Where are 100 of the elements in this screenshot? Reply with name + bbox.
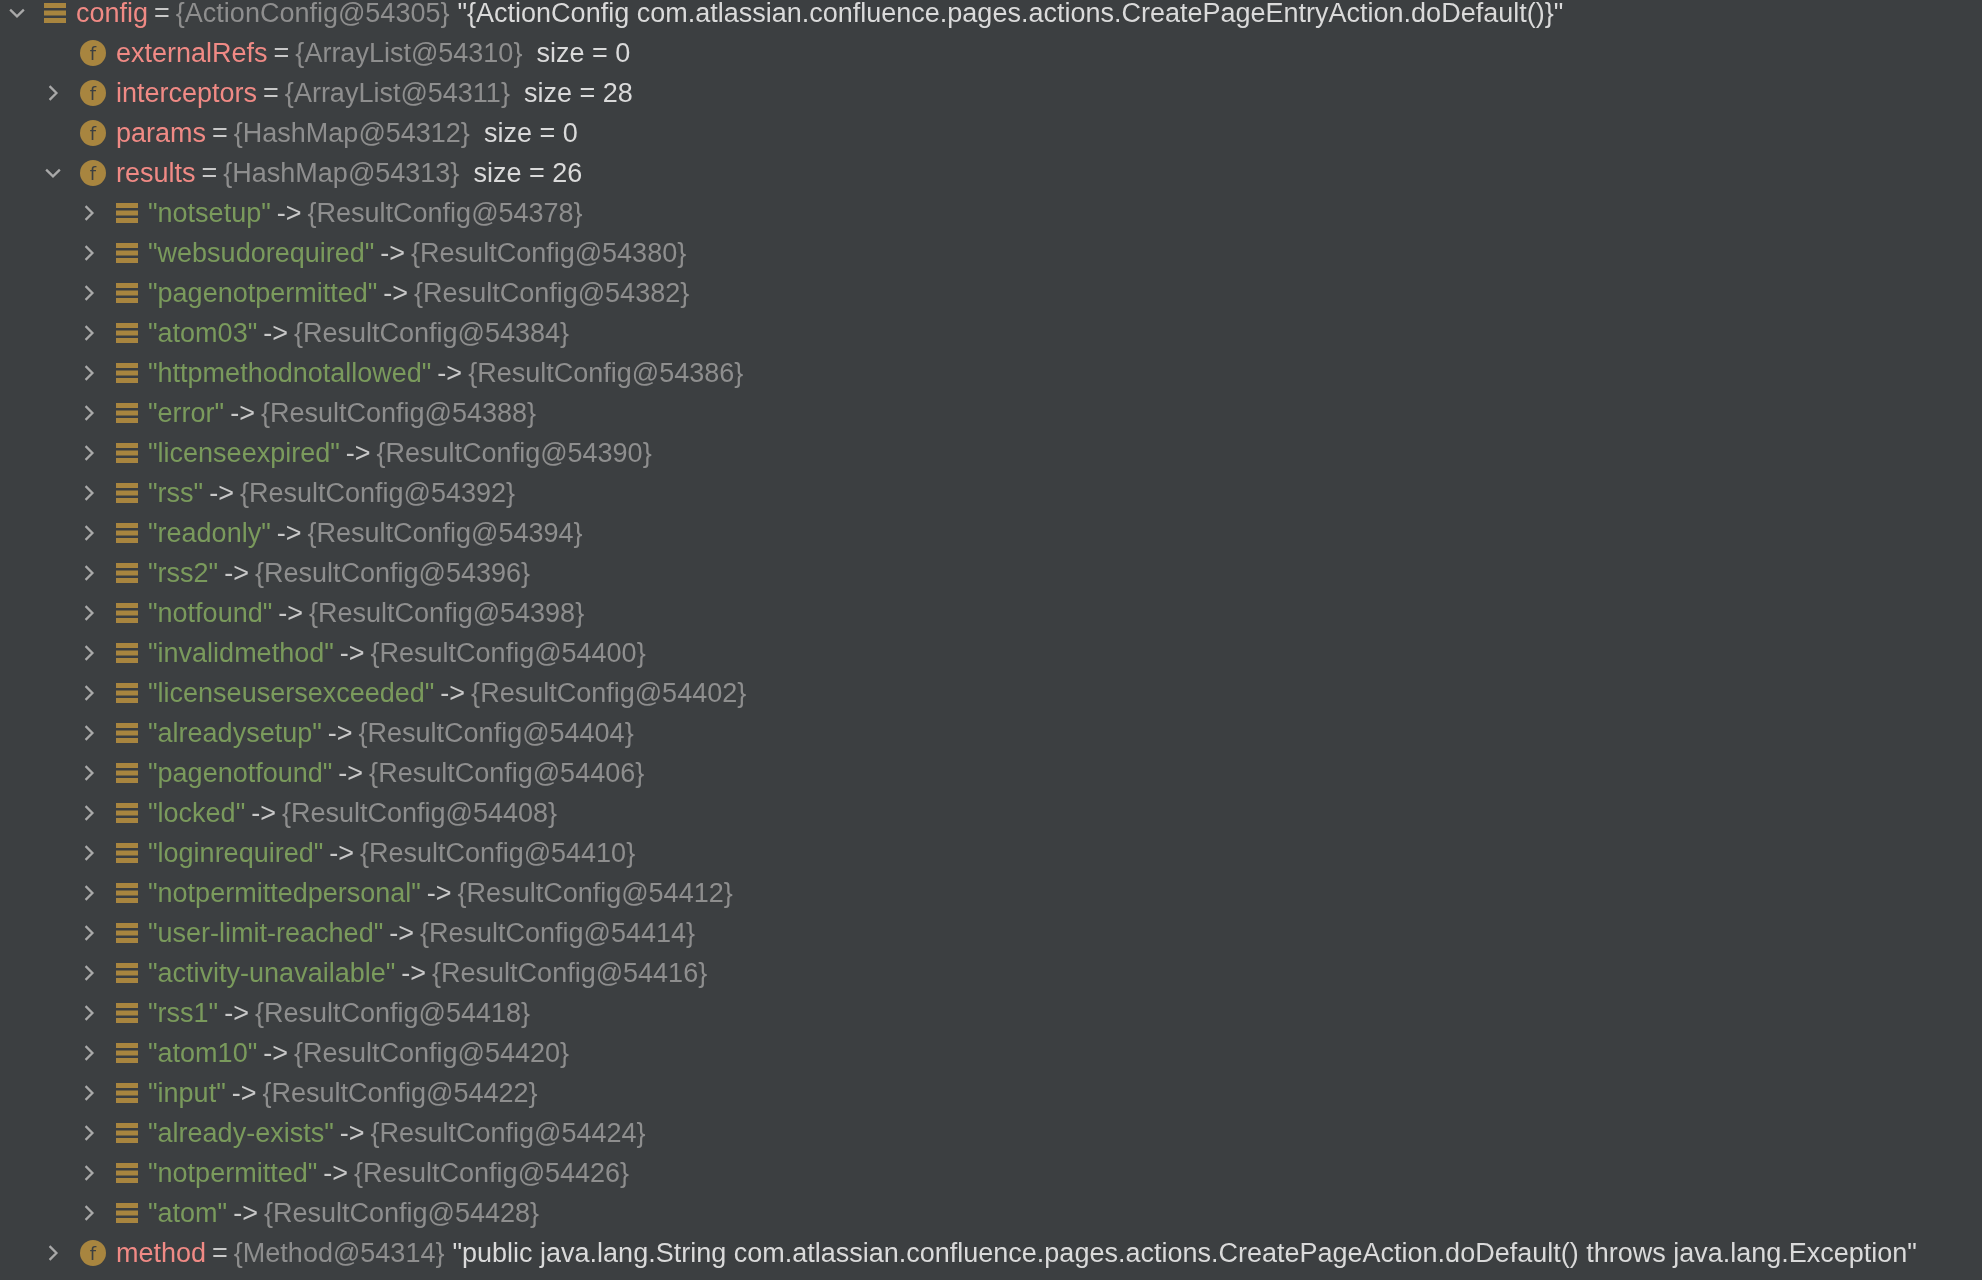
map-key: "pagenotpermitted" [148,277,378,309]
arrow-operator: -> [389,917,414,949]
object-icon [116,363,138,383]
object-reference: {ResultConfig@54420} [294,1037,570,1069]
object-icon [116,203,138,223]
map-key: "readonly" [148,517,271,549]
variable-name: method [116,1237,207,1269]
map-key: "rss1" [148,997,219,1029]
object-reference: {ResultConfig@54378} [307,197,583,229]
map-key: "httpmethodnotallowed" [148,357,432,389]
object-reference: {ResultConfig@54380} [411,237,687,269]
equals-sign: = [273,37,290,69]
equals-sign: = [212,117,228,149]
map-key: "input" [148,1077,226,1109]
arrow-operator: -> [338,757,364,789]
arrow-operator: -> [339,1117,365,1149]
object-icon [116,403,138,423]
object-reference: {ResultConfig@54402} [471,677,747,709]
object-icon [116,1043,138,1063]
object-reference: {ArrayList@54310} [295,37,523,69]
arrow-operator: -> [263,317,288,349]
object-reference: {ResultConfig@54426} [354,1157,630,1189]
variable-name: results [116,157,196,189]
object-icon [116,1083,138,1103]
arrow-operator: -> [440,677,466,709]
object-reference: {ResultConfig@54388} [260,397,537,429]
object-icon [116,1003,138,1023]
object-reference: {ResultConfig@54390} [376,437,652,469]
map-key: "licenseexpired" [148,437,340,469]
object-reference: {ResultConfig@54406} [369,757,645,789]
object-reference: {ResultConfig@54428} [263,1197,540,1229]
object-icon [116,843,138,863]
arrow-operator: -> [231,1077,257,1109]
object-reference: {ResultConfig@54424} [370,1117,646,1149]
object-reference: {ResultConfig@54400} [370,637,646,669]
object-icon [116,763,138,783]
object-icon [116,603,138,623]
variable-name: params [116,117,207,149]
arrow-operator: -> [329,837,355,869]
object-reference: {HashMap@54313} [223,157,460,189]
map-key: "loginrequired" [148,837,324,869]
map-key: "invalidmethod" [148,637,334,669]
object-reference: {ResultConfig@54408} [282,797,558,829]
object-icon [116,323,138,343]
map-key: "notfound" [148,597,273,629]
object-reference: {Method@54314} [233,1237,445,1269]
arrow-operator: -> [263,1037,288,1069]
equals-sign: = [212,1237,228,1269]
size-label: size = 0 [483,117,578,149]
map-key: "atom03" [148,317,258,349]
arrow-operator: -> [339,637,365,669]
field-badge: f [80,120,106,146]
arrow-operator: -> [380,237,406,269]
object-reference: {ResultConfig@54392} [239,477,516,509]
map-key: "licenseusersexceeded" [148,677,435,709]
object-icon [44,3,66,23]
map-key: "user-limit-reached" [148,917,384,949]
arrow-operator: -> [224,557,249,589]
object-reference: {ResultConfig@54394} [307,517,583,549]
arrow-operator: -> [276,197,302,229]
map-key: "pagenotfound" [148,757,333,789]
arrow-operator: -> [327,717,353,749]
object-icon [116,883,138,903]
object-icon [116,1123,138,1143]
field-badge: f [80,160,106,186]
arrow-operator: -> [278,597,304,629]
equals-sign: = [263,77,279,109]
map-key: "locked" [148,797,246,829]
object-icon [116,483,138,503]
map-key: "websudorequired" [148,237,375,269]
object-reference: {ResultConfig@54418} [254,997,531,1029]
string-value: "public java.lang.String com.atlassian.confluence.pages.actions.CreatePageAction.doDefault() throws java.lang.Exception" [452,1237,1917,1269]
equals-sign: = [154,0,170,29]
variable-name: externalRefs [116,37,268,69]
arrow-operator: -> [251,797,276,829]
arrow-operator: -> [230,397,255,429]
object-reference: {ResultConfig@54404} [358,717,634,749]
object-icon [116,243,138,263]
object-reference: {ResultConfig@54422} [262,1077,538,1109]
arrow-operator: -> [276,517,302,549]
field-badge: f [80,1240,106,1266]
arrow-operator: -> [383,277,409,309]
object-reference: {ResultConfig@54414} [420,917,696,949]
arrow-operator: -> [426,877,452,909]
size-label: size = 0 [536,37,631,69]
object-icon [116,563,138,583]
field-badge: f [80,80,106,106]
object-reference: {ResultConfig@54398} [309,597,585,629]
object-icon [116,803,138,823]
object-reference: {ActionConfig@54305} [175,0,450,29]
variable-name: config [76,0,149,29]
equals-sign: = [201,157,218,189]
map-key: "notsetup" [148,197,271,229]
map-key: "already-exists" [148,1117,334,1149]
arrow-operator: -> [224,997,249,1029]
size-label: size = 26 [473,157,583,189]
object-icon [116,683,138,703]
object-icon [116,723,138,743]
object-reference: {HashMap@54312} [233,117,470,149]
string-value: "{ActionConfig com.atlassian.confluence.pages.actions.CreatePageEntryAction.doDefault()}" [457,0,1564,29]
